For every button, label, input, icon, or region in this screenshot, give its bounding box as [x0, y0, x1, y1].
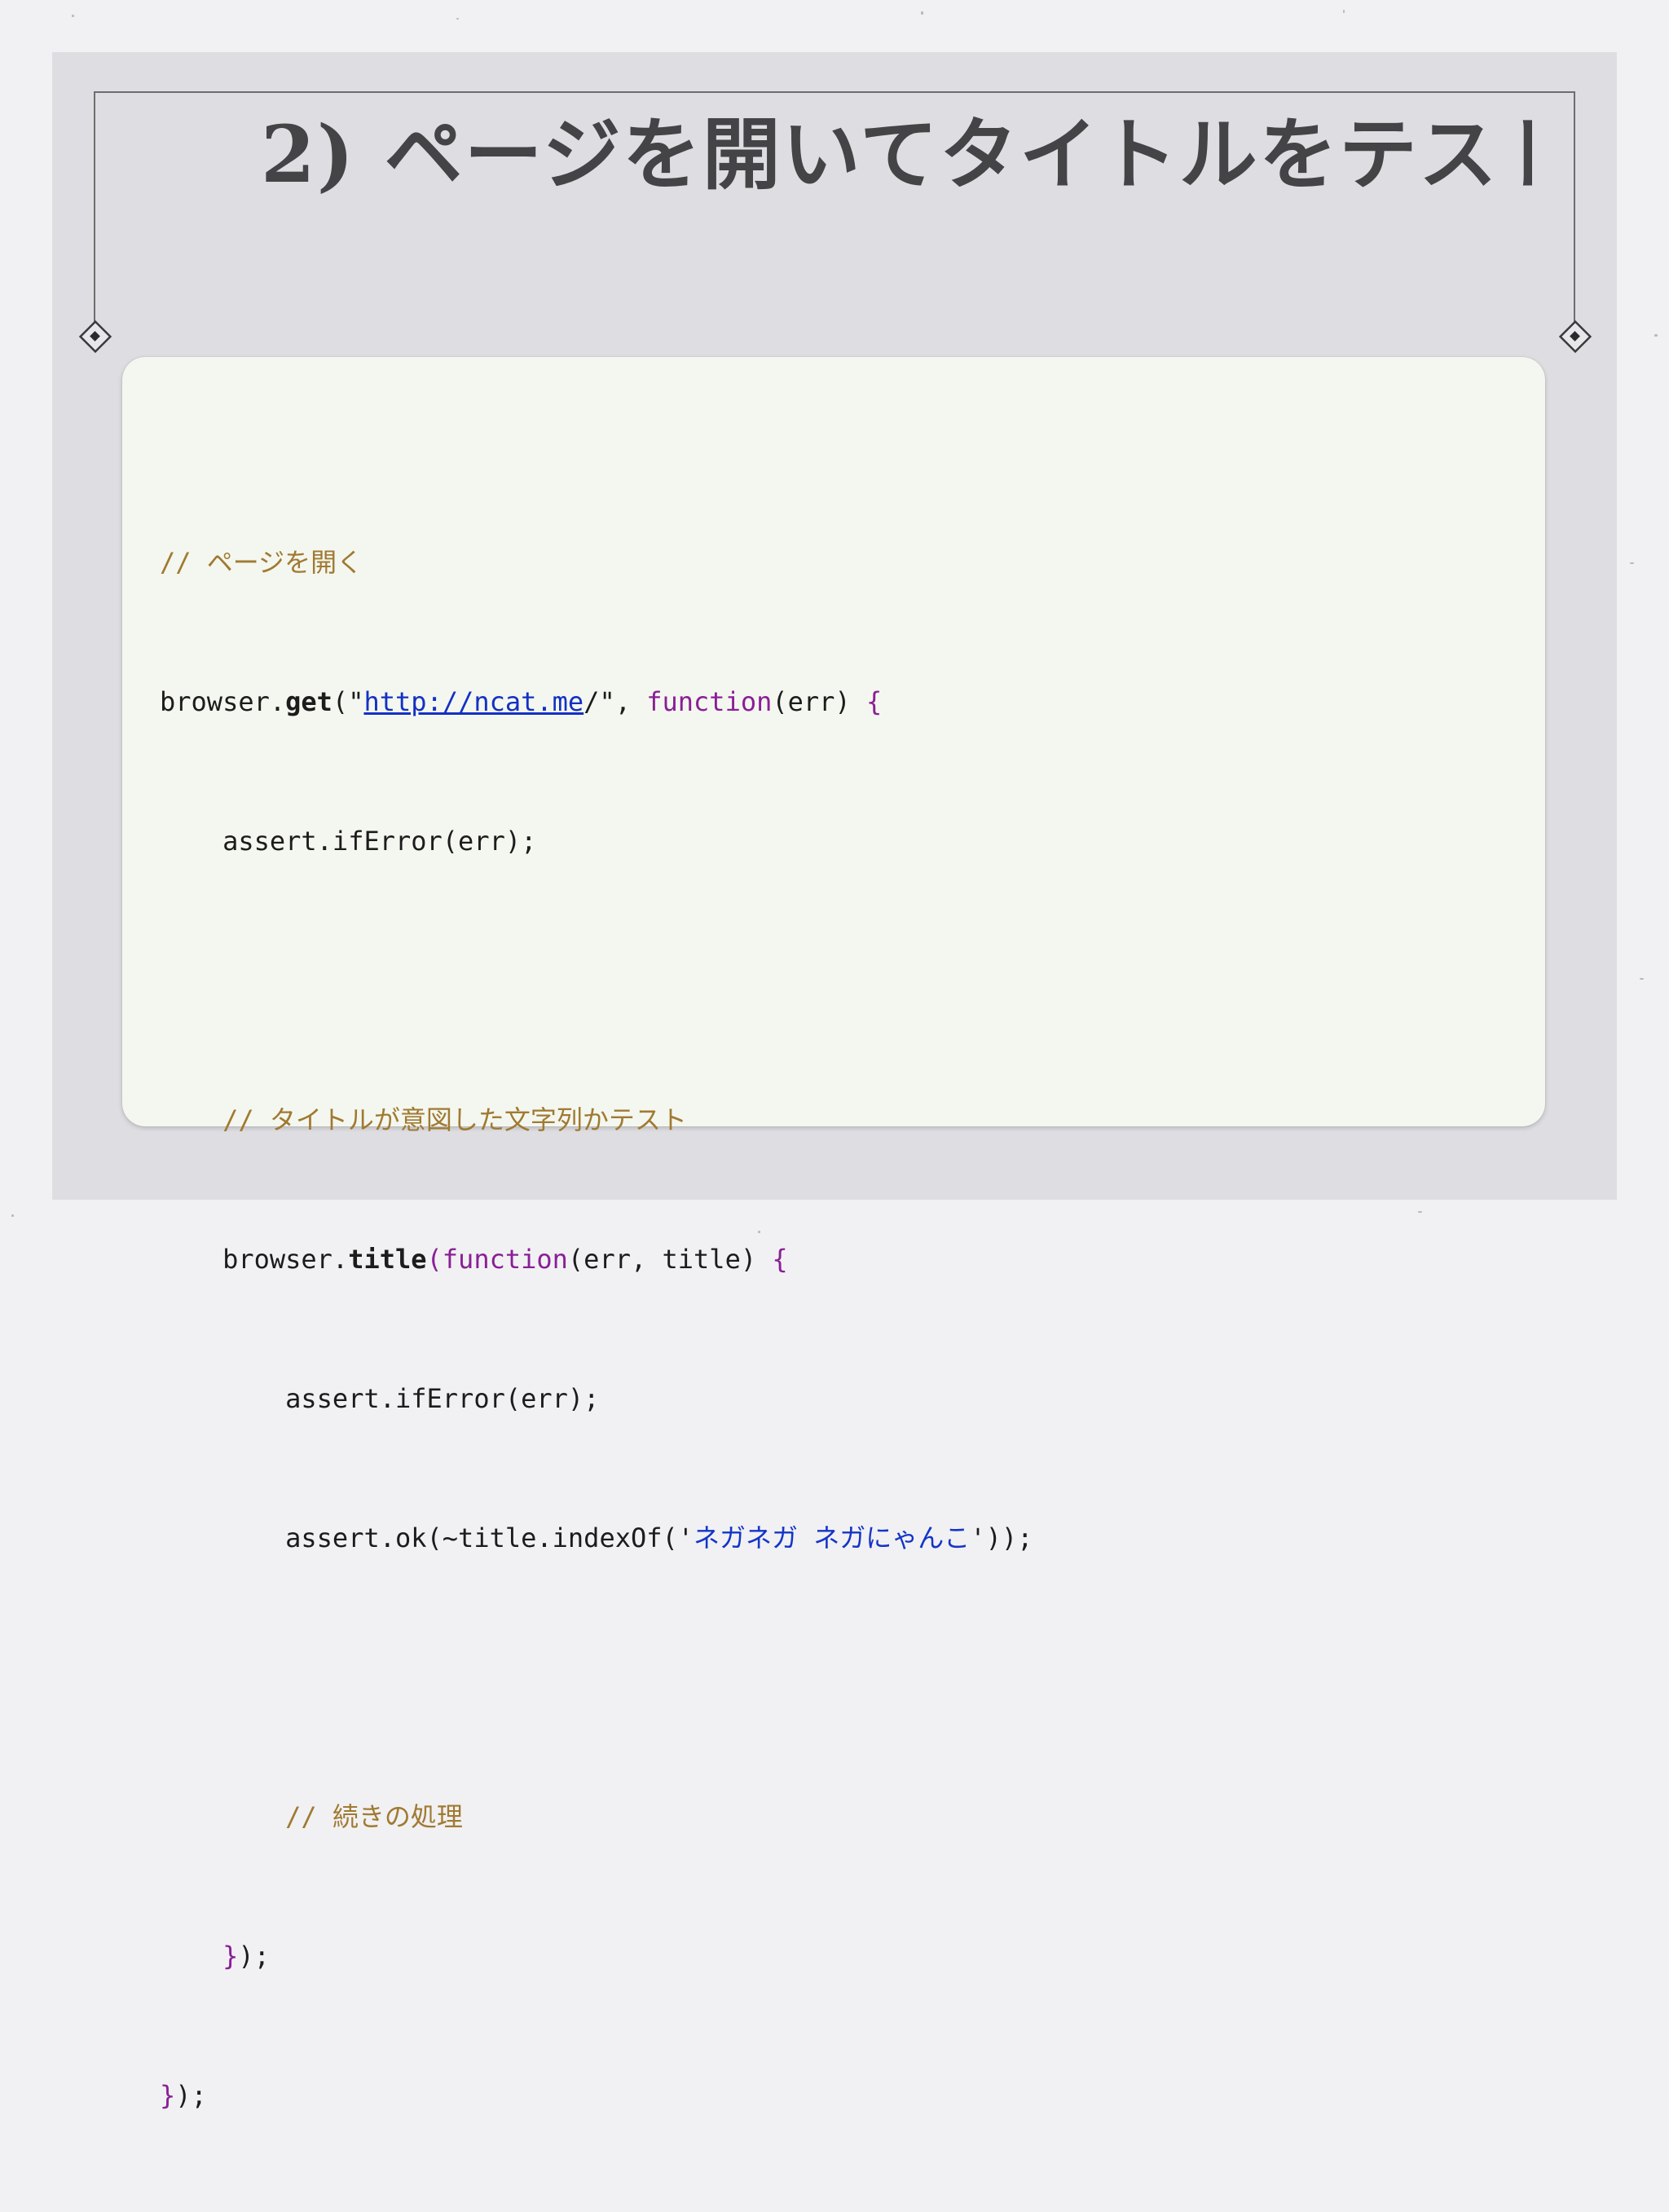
code-comment: // 続きの処理	[285, 1801, 463, 1832]
code-text: assert.ifError(err);	[285, 1383, 600, 1414]
code-paren: (	[426, 1244, 443, 1275]
code-brace: }	[160, 2080, 176, 2111]
url-link[interactable]: http://ncat.me	[363, 686, 583, 717]
code-listing: // ページを開く browser.get("http://ncat.me/",…	[160, 447, 1033, 2212]
code-string: ネガネガ ネガにゃんこ	[694, 1522, 971, 1553]
code-comment: // ページを開く	[160, 547, 363, 578]
diamond-ornament-left	[78, 319, 112, 354]
code-brace: {	[772, 1244, 788, 1275]
code-line-6: browser.title(function(err, title) {	[160, 1236, 1033, 1283]
code-line-8: assert.ok(~title.indexOf('ネガネガ ネガにゃんこ'))…	[160, 1515, 1033, 1562]
code-method: title	[348, 1244, 427, 1275]
code-method: get	[285, 686, 332, 717]
code-brace: }	[222, 1941, 239, 1972]
slide-title: 2) ページを開いてタイトルをテスト	[261, 108, 1532, 200]
code-line-11: });	[160, 1933, 1033, 1980]
code-text: (err, title)	[567, 1244, 773, 1275]
code-keyword: function	[442, 1244, 568, 1275]
code-line-3: assert.ifError(err);	[160, 818, 1033, 865]
code-text: (err)	[772, 686, 866, 717]
code-text: ("	[332, 686, 364, 717]
code-text: assert.ok(~title.indexOf('	[285, 1522, 694, 1553]
code-text: assert.ifError(err);	[222, 826, 537, 857]
code-line-1: // ページを開く	[160, 540, 1033, 586]
code-text: browser.	[160, 686, 286, 717]
code-line-2: browser.get("http://ncat.me/", function(…	[160, 679, 1033, 725]
diamond-ornament-right	[1558, 319, 1592, 354]
code-comment: // タイトルが意図した文字列かテスト	[222, 1104, 687, 1135]
code-line-7: assert.ifError(err);	[160, 1376, 1033, 1422]
code-line-12: });	[160, 2073, 1033, 2119]
code-text: );	[175, 2080, 207, 2111]
code-line-10: // 続きの処理	[160, 1794, 1033, 1840]
code-text: '));	[970, 1522, 1033, 1553]
code-line-5: // タイトルが意図した文字列かテスト	[160, 1097, 1033, 1143]
code-brace: {	[865, 686, 883, 717]
code-block: // ページを開く browser.get("http://ncat.me/",…	[122, 357, 1545, 2111]
code-text: );	[238, 1941, 270, 1972]
code-keyword: function	[646, 686, 773, 717]
code-text: /",	[583, 686, 647, 717]
code-text: browser.	[222, 1244, 349, 1275]
